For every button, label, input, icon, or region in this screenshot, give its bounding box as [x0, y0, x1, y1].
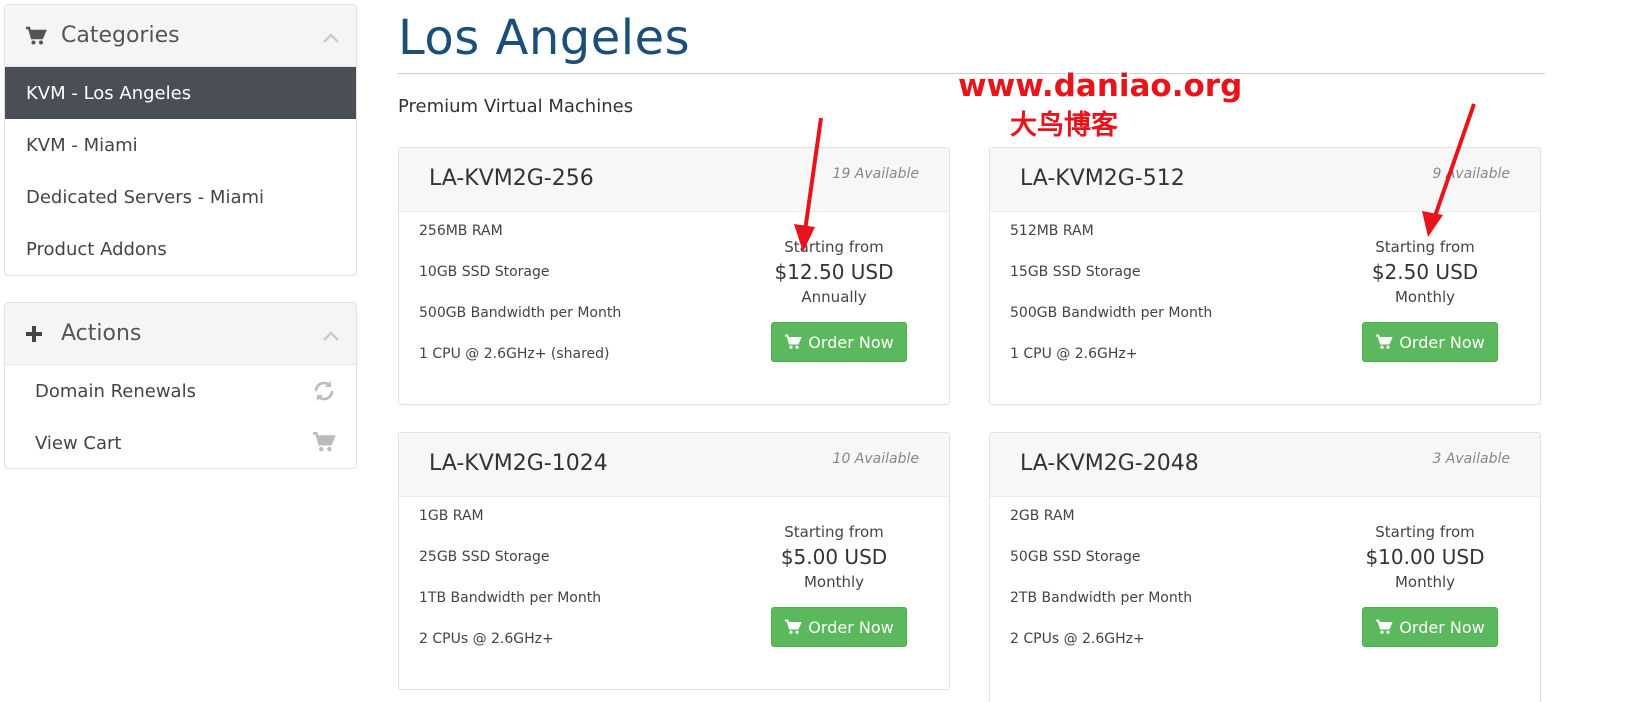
annotation-arrow [794, 117, 823, 252]
watermark-name: 大鸟博客 [1010, 110, 1118, 141]
annotation-arrow [1422, 103, 1476, 237]
annotation-arrows [794, 103, 1476, 252]
watermark-url: www.daniao.org [958, 68, 1243, 104]
